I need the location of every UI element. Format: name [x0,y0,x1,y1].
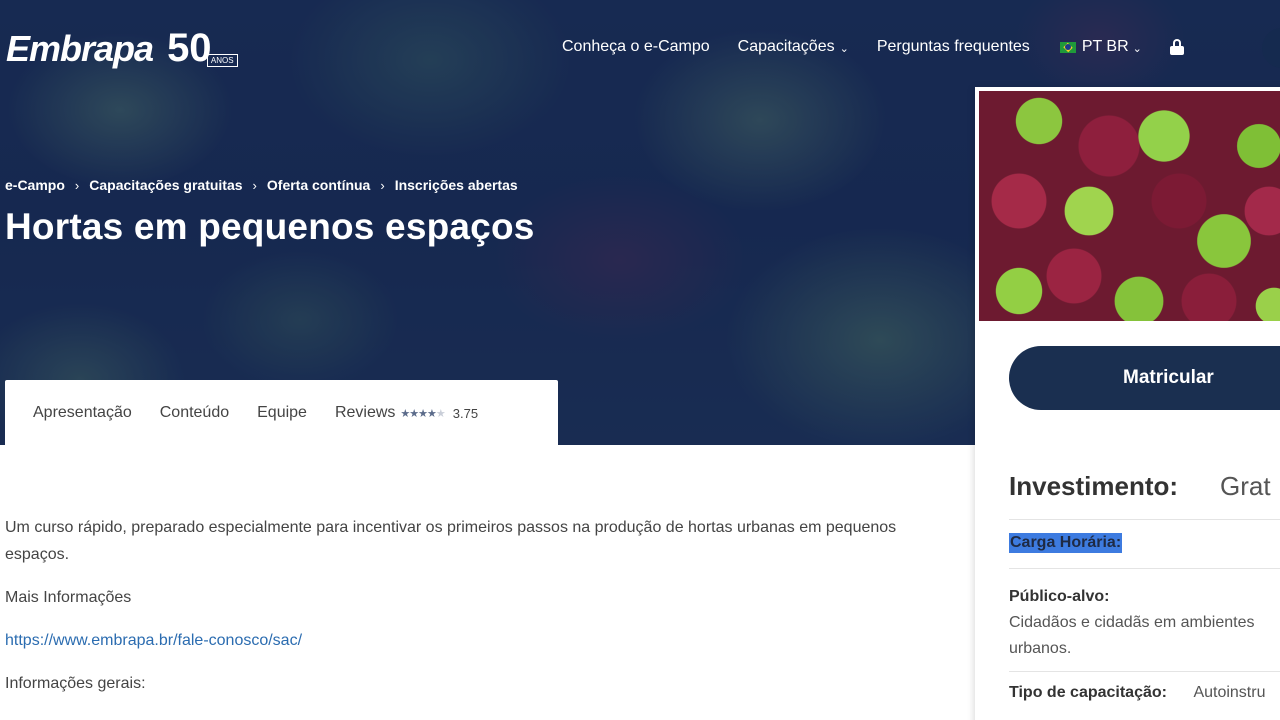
breadcrumb-item[interactable]: Oferta contínua [267,177,370,193]
logo-text: Embrapa [6,27,154,69]
star-rating-icon: ★★★★★ [400,407,445,420]
audience-value-cont: urbanos. [1009,640,1072,657]
enroll-button[interactable]: Matricular [1009,346,1280,410]
description-text: Um curso rápido, preparado especialmente… [5,519,897,563]
chevron-down-icon: ⌄ [1132,42,1142,55]
anniversary-badge: 50 ANOS [167,26,238,71]
type-value: Autoinstru [1193,684,1266,701]
main-nav: Conheça o e-Campo Capacitações ⌄ Pergunt… [562,38,1184,56]
tab-conteudo[interactable]: Conteúdo [160,404,229,422]
divider [1009,671,1280,672]
investment-label: Investimento: [1009,471,1179,501]
workload-label: Carga Horária: [1009,533,1123,553]
nav-item-perguntas[interactable]: Perguntas frequentes [877,38,1030,56]
nav-item-conheca[interactable]: Conheça o e-Campo [562,38,710,56]
audience-row: Público-alvo: Cidadãos e cidadãs em ambi… [1009,584,1280,662]
chevron-right-icon: › [380,177,385,193]
chevron-down-icon: ⌄ [839,42,849,55]
tab-reviews-label: Reviews [334,404,396,421]
investment-row: Investimento: Grat [1009,471,1271,502]
type-label: Tipo de capacitação: [1009,684,1167,701]
breadcrumb-item[interactable]: Inscrições abertas [395,177,518,193]
chevron-right-icon: › [74,177,80,193]
audience-label: Público-alvo: [1009,588,1110,605]
more-info-label: Mais Informações [5,589,132,606]
chevron-right-icon: › [252,177,257,193]
rating-value: 3.75 [452,405,479,421]
anniversary-sub: ANOS [206,54,238,67]
nav-item-capacitacoes[interactable]: Capacitações ⌄ [738,38,849,56]
breadcrumb-item[interactable]: Capacitações gratuitas [89,177,242,193]
workload-row: Carga Horária: 12 [1009,533,1280,553]
embrapa-logo[interactable]: Embrapa 50 ANOS [6,26,238,71]
general-info-label: Informações gerais: [5,675,146,692]
brazil-flag-icon [1059,41,1076,53]
divider [1009,568,1280,569]
course-description: Um curso rápido, preparado especialmente… [5,514,905,697]
tab-equipe[interactable]: Equipe [257,404,307,422]
page-title: Hortas em pequenos espaços [5,206,535,247]
breadcrumb-item[interactable]: e-Campo [5,177,65,193]
language-selector[interactable]: PT BR ⌄ [1059,38,1142,56]
lock-icon[interactable] [1169,39,1184,55]
tab-reviews[interactable]: Reviews ★★★★★ 3.75 [335,404,478,422]
anniversary-number: 50 [167,26,212,70]
investment-value: Grat [1220,471,1271,501]
type-row: Tipo de capacitação: Autoinstru [1009,684,1265,702]
sac-link[interactable]: https://www.embrapa.br/fale-conosco/sac/ [5,632,302,649]
tab-apresentacao[interactable]: Apresentação [33,404,132,422]
course-image [979,91,1280,321]
enroll-card: Matricular Investimento: Grat Carga Horá… [975,87,1280,720]
language-label: PT BR [1081,38,1129,55]
divider [1009,519,1280,520]
course-tabs: Apresentação Conteúdo Equipe Reviews ★★★… [5,380,558,446]
breadcrumb: e-Campo › Capacitações gratuitas › Ofert… [5,177,518,193]
nav-item-label: Capacitações [737,38,835,55]
audience-value: Cidadãos e cidadãs em ambientes [1009,614,1255,631]
